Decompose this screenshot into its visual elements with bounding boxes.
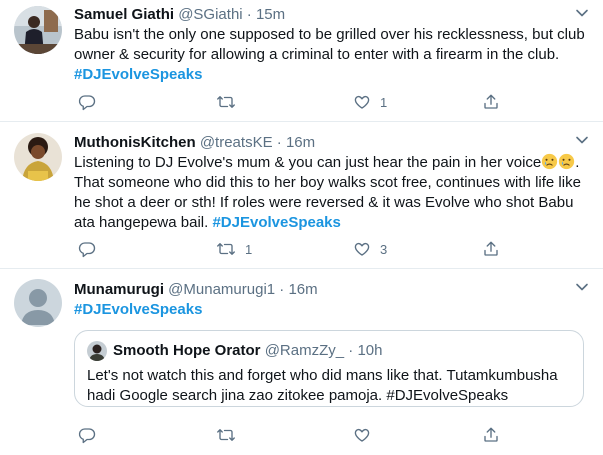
retweet-icon — [216, 93, 236, 111]
tweet-text-line: Listening to DJ Evolve's mum & you can j… — [74, 154, 542, 171]
retweet-icon — [216, 240, 236, 258]
quoted-tweet-text: Let's not watch this and forget who did … — [87, 366, 571, 406]
tweet-body: Munamurugi @Munamurugi1 · 16m #DJEvolveS… — [74, 280, 589, 320]
like-button[interactable]: 1 — [353, 92, 387, 112]
author-handle[interactable]: @treatsKE — [200, 134, 273, 151]
avatar[interactable] — [14, 6, 62, 54]
share-button[interactable] — [482, 425, 500, 445]
reply-icon — [78, 240, 96, 258]
tweet-text-line: ata hangepewa bail. — [74, 214, 209, 231]
tweet-text-line: owner & security for allowing a criminal… — [74, 46, 560, 63]
tweet[interactable]: MuthonisKitchen @treatsKE · 16m Listenin… — [0, 122, 603, 269]
like-icon — [353, 93, 371, 111]
hashtag-link[interactable]: #DJEvolveSpeaks — [74, 66, 202, 83]
author-name[interactable]: Samuel Giathi — [74, 6, 174, 23]
tweet-text-line: hadi Google search jina zao zitokee pamo… — [87, 387, 509, 404]
hashtag-link[interactable]: #DJEvolveSpeaks — [212, 214, 340, 231]
like-count: 3 — [380, 241, 388, 257]
separator-dot: · — [348, 342, 354, 359]
tweet[interactable]: Samuel Giathi @SGiathi · 15m Babu isn't … — [0, 0, 603, 122]
like-icon — [353, 240, 371, 258]
chevron-down-icon[interactable] — [575, 133, 589, 147]
separator-dot: · — [276, 134, 282, 151]
reply-button[interactable] — [78, 425, 105, 445]
crying-face-emoji — [541, 153, 558, 170]
reply-icon — [78, 426, 96, 444]
quoted-tweet[interactable]: Smooth Hope Orator @RamzZy_ · 10h Let's … — [74, 330, 584, 407]
tweet-text: #DJEvolveSpeaks — [74, 300, 589, 320]
timestamp[interactable]: 16m — [288, 281, 317, 298]
timestamp[interactable]: 16m — [286, 134, 315, 151]
avatar[interactable] — [14, 133, 62, 181]
separator-dot: · — [279, 281, 285, 298]
author-name[interactable]: MuthonisKitchen — [74, 134, 196, 151]
tweet-text-line: he shot a deer or sth! If roles were rev… — [74, 194, 574, 211]
tweet-actions — [74, 425, 583, 445]
retweet-button[interactable]: 1 — [216, 239, 252, 259]
tweet-actions: 1 3 — [74, 239, 583, 259]
share-icon — [482, 93, 500, 111]
avatar[interactable] — [14, 279, 62, 327]
chevron-down-icon[interactable] — [575, 280, 589, 294]
tweet-text-line: Babu isn't the only one supposed to be g… — [74, 26, 585, 43]
tweet-text-line: That someone who did this to her boy wal… — [74, 174, 581, 191]
like-count: 1 — [380, 94, 388, 110]
share-button[interactable] — [482, 239, 500, 259]
author-name[interactable]: Smooth Hope Orator — [113, 342, 261, 359]
quoted-tweet-header: Smooth Hope Orator @RamzZy_ · 10h — [113, 341, 382, 361]
tweet-body: MuthonisKitchen @treatsKE · 16m Listenin… — [74, 133, 589, 233]
like-icon — [353, 426, 371, 444]
reply-button[interactable] — [78, 239, 105, 259]
retweet-button[interactable] — [216, 425, 245, 445]
tweet[interactable]: Munamurugi @Munamurugi1 · 16m #DJEvolveS… — [0, 269, 603, 455]
retweet-icon — [216, 426, 236, 444]
tweet-actions: 1 — [74, 92, 583, 112]
share-button[interactable] — [482, 92, 500, 112]
crying-face-emoji — [558, 153, 575, 170]
tweet-text: Babu isn't the only one supposed to be g… — [74, 25, 589, 85]
tweet-text-line: Let's not watch this and forget who did … — [87, 367, 558, 384]
timestamp[interactable]: 10h — [357, 342, 382, 359]
tweet-header: Munamurugi @Munamurugi1 · 16m — [74, 280, 589, 300]
tweet-body: Samuel Giathi @SGiathi · 15m Babu isn't … — [74, 5, 589, 85]
retweet-button[interactable] — [216, 92, 245, 112]
reply-button[interactable] — [78, 92, 105, 112]
tweet-text: Listening to DJ Evolve's mum & you can j… — [74, 153, 589, 233]
like-button[interactable] — [353, 425, 380, 445]
author-handle[interactable]: @Munamurugi1 — [168, 281, 275, 298]
tweet-feed: Samuel Giathi @SGiathi · 15m Babu isn't … — [0, 0, 603, 455]
chevron-down-icon[interactable] — [575, 6, 589, 20]
tweet-header: Samuel Giathi @SGiathi · 15m — [74, 5, 589, 25]
share-icon — [482, 240, 500, 258]
reply-icon — [78, 93, 96, 111]
author-handle[interactable]: @RamzZy_ — [265, 342, 344, 359]
avatar[interactable] — [87, 341, 107, 361]
tweet-header: MuthonisKitchen @treatsKE · 16m — [74, 133, 589, 153]
retweet-count: 1 — [245, 241, 253, 257]
author-handle[interactable]: @SGiathi — [178, 6, 242, 23]
like-button[interactable]: 3 — [353, 239, 387, 259]
hashtag-link[interactable]: #DJEvolveSpeaks — [74, 301, 202, 318]
separator-dot: · — [246, 6, 252, 23]
timestamp[interactable]: 15m — [256, 6, 285, 23]
share-icon — [482, 426, 500, 444]
author-name[interactable]: Munamurugi — [74, 281, 164, 298]
